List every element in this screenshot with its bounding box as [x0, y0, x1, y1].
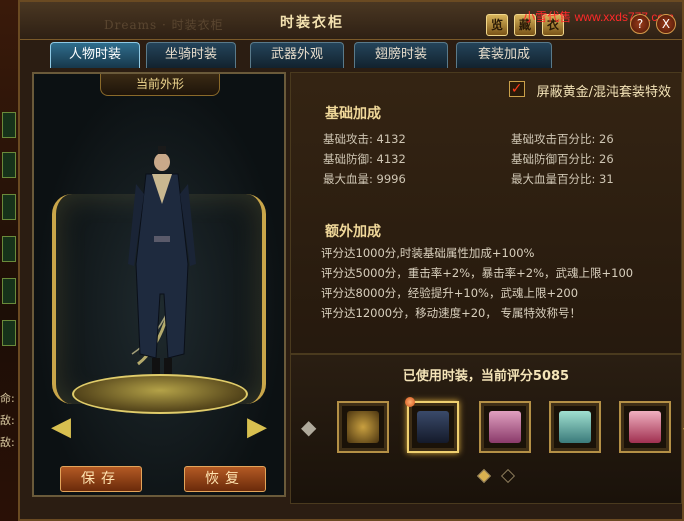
- scroll-left-icon[interactable]: ◆: [301, 413, 316, 441]
- background-game-strip: 命: 敌: 敌:: [0, 0, 18, 521]
- outfit-slot-pink-robe[interactable]: [479, 401, 531, 453]
- used-outfits-panel: 已使用时装，当前评分5085 ◆ ◆: [290, 354, 684, 504]
- tab-weapon-appearance[interactable]: 武器外观: [250, 42, 344, 68]
- save-button[interactable]: 保存: [60, 466, 142, 492]
- tab-set-bonus[interactable]: 套装加成: [456, 42, 552, 68]
- hide-effects-option[interactable]: ✓ 屏蔽黄金/混沌套装特效: [508, 81, 671, 100]
- extra-bonus-title: 额外加成: [325, 224, 381, 240]
- outfit-slot-dark-robe[interactable]: [405, 397, 459, 453]
- restore-button[interactable]: 恢复: [184, 466, 266, 492]
- outfit-slot-red-robe[interactable]: [619, 401, 671, 453]
- rotate-right-arrow-icon[interactable]: ▶: [240, 414, 274, 440]
- stat-base-attack: 基础攻击: 4132: [323, 132, 406, 146]
- extra-bonus-line: 评分达8000分，经验提升+10%，武魂上限+200: [321, 286, 579, 300]
- red-robe-item-icon: [629, 411, 661, 443]
- stat-base-attack-percent: 基础攻击百分比: 26: [511, 132, 614, 146]
- stat-max-hp: 最大血量: 9996: [323, 172, 406, 186]
- base-bonus-title: 基础加成: [325, 106, 381, 122]
- title-bar: Dreams · 时装衣柜 时装衣柜 览 藏 衣 小雪代售 www.xxds77…: [20, 2, 682, 40]
- outfits-score-title: 已使用时装，当前评分5085: [402, 369, 570, 384]
- equipped-indicator-icon: [405, 397, 415, 407]
- close-button[interactable]: X: [656, 14, 676, 34]
- window-title: 时装衣柜: [280, 15, 344, 31]
- helmet-item-icon: [347, 411, 379, 443]
- side-label: 敌:: [0, 436, 15, 449]
- side-skill-icon: [2, 112, 16, 138]
- tab-mount-fashion[interactable]: 坐骑时装: [146, 42, 236, 68]
- tab-character-fashion[interactable]: 人物时装: [50, 42, 140, 68]
- background-window-title: Dreams · 时装衣柜: [104, 18, 224, 32]
- side-label: 敌:: [0, 414, 15, 427]
- rotate-left-arrow-icon[interactable]: ◀: [44, 414, 78, 440]
- side-skill-icon: [2, 236, 16, 262]
- side-skill-icon: [2, 320, 16, 346]
- outfit-slot-helmet[interactable]: [337, 401, 389, 453]
- stat-base-defense-percent: 基础防御百分比: 26: [511, 152, 614, 166]
- watermark-text: 小雪代售 www.xxds777.com: [523, 10, 674, 24]
- preview-title: 当前外形: [100, 74, 220, 96]
- bonus-info-panel: ✓ 屏蔽黄金/混沌套装特效 基础加成 基础攻击: 4132 基础防御: 4132…: [290, 72, 682, 354]
- side-label: 命:: [0, 392, 15, 405]
- side-skill-icon: [2, 278, 16, 304]
- preview-toggle-button[interactable]: 览: [486, 14, 508, 36]
- outfit-slot-teal-robe[interactable]: [549, 401, 601, 453]
- help-button[interactable]: ?: [630, 14, 650, 34]
- pink-robe-item-icon: [489, 411, 521, 443]
- character-preview-panel: 当前外形 ◀ ▶ 保存 恢复: [32, 72, 286, 497]
- stat-base-defense: 基础防御: 4132: [323, 152, 406, 166]
- side-skill-icon: [2, 152, 16, 178]
- stat-max-hp-percent: 最大血量百分比: 31: [511, 172, 614, 186]
- extra-bonus-line: 评分达5000分，重击率+2%，暴击率+2%，武魂上限+100: [321, 266, 634, 280]
- extra-bonus-line: 评分达12000分，移动速度+20， 专属特效称号！: [321, 306, 582, 320]
- wardrobe-window: Dreams · 时装衣柜 时装衣柜 览 藏 衣 小雪代售 www.xxds77…: [18, 0, 684, 521]
- page-dot[interactable]: [500, 468, 516, 484]
- hide-effects-label: 屏蔽黄金/混沌套装特效: [536, 85, 671, 100]
- dark-robe-item-icon: [417, 411, 449, 443]
- side-skill-icon: [2, 194, 16, 220]
- hide-effects-checkbox[interactable]: ✓: [508, 81, 525, 97]
- character-model[interactable]: [124, 144, 200, 394]
- extra-bonus-line: 评分达1000分,时装基础属性加成+100%: [321, 246, 535, 260]
- tab-wing-fashion[interactable]: 翅膀时装: [354, 42, 448, 68]
- teal-robe-item-icon: [559, 411, 591, 443]
- page-dot-active[interactable]: [476, 468, 492, 484]
